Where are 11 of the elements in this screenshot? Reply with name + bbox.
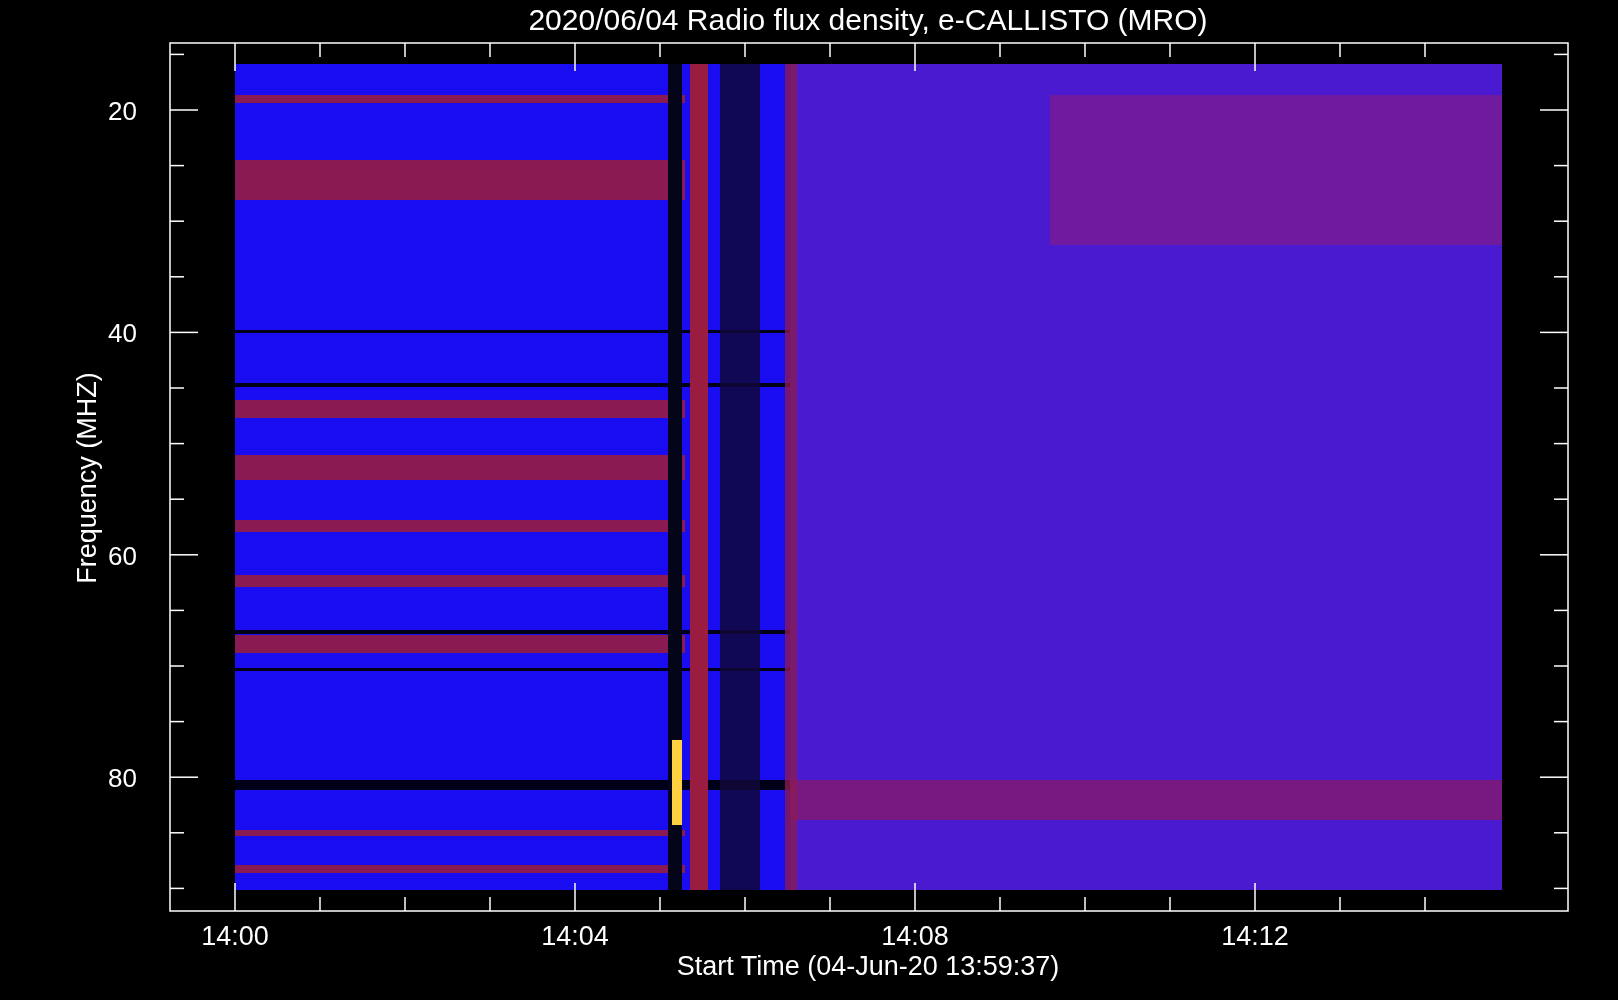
y-tick-label: 60 — [108, 540, 137, 571]
x-tick-label: 14:08 — [881, 921, 949, 951]
chart-title: 2020/06/04 Radio flux density, e-CALLISTO (MRO) — [528, 3, 1208, 36]
x-axis-label: Start Time (04-Jun-20 13:59:37) — [676, 951, 1060, 981]
x-tick-label: 14:04 — [541, 921, 609, 951]
y-tick-label: 80 — [108, 763, 137, 794]
y-tick-label: 40 — [108, 318, 137, 349]
x-tick-label: 14:12 — [1221, 921, 1289, 951]
x-tick-label: 14:00 — [201, 921, 269, 951]
y-axis-label: Frequency (MHZ) — [72, 372, 102, 584]
y-tick-label: 20 — [108, 96, 137, 126]
